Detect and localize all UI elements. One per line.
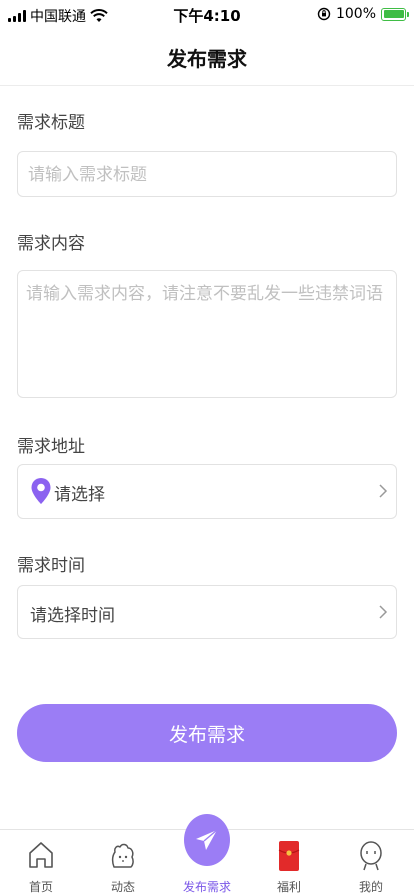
profile-icon <box>360 841 382 871</box>
time-select[interactable]: 请选择时间 <box>17 585 397 639</box>
tab-publish[interactable]: 发布需求 <box>166 814 248 896</box>
tab-feed-label: 动态 <box>110 880 135 894</box>
tab-feed[interactable]: 动态 <box>82 830 164 896</box>
location-pin-icon <box>31 478 51 504</box>
paper-plane-icon <box>196 829 218 850</box>
rotation-lock-icon <box>317 7 331 21</box>
tab-bar: 首页 动态 发布需求 福利 我的 <box>0 814 414 896</box>
tab-welfare[interactable]: 福利 <box>248 830 330 896</box>
title-field-box <box>17 151 397 197</box>
submit-button[interactable]: 发布需求 <box>17 704 397 762</box>
red-packet-icon <box>278 841 300 871</box>
home-icon <box>29 842 53 868</box>
status-bar: 中国联通 下午4:10 100% <box>0 0 414 30</box>
title-input[interactable] <box>28 164 386 186</box>
content-label: 需求内容 <box>17 234 85 254</box>
content-textarea[interactable] <box>26 283 388 389</box>
tab-home[interactable]: 首页 <box>0 830 82 896</box>
chevron-right-icon <box>379 605 388 619</box>
title-label: 需求标题 <box>17 113 85 133</box>
address-select[interactable]: 请选择 <box>17 464 397 519</box>
tab-publish-label: 发布需求 <box>182 880 231 894</box>
tab-welfare-label: 福利 <box>276 880 301 894</box>
nav-bar: 发布需求 <box>0 30 414 86</box>
status-bar-right: 100% <box>317 6 409 22</box>
page-title: 发布需求 <box>167 47 247 71</box>
tab-home-label: 首页 <box>28 880 53 894</box>
tab-profile-label: 我的 <box>358 880 383 894</box>
publish-center-button[interactable] <box>184 814 230 866</box>
chevron-right-icon <box>379 484 388 498</box>
feed-icon <box>111 843 134 868</box>
time-value: 请选择时间 <box>30 606 115 626</box>
battery-icon <box>381 7 409 21</box>
time-label: 需求时间 <box>17 556 85 576</box>
address-value: 请选择 <box>54 485 105 505</box>
content-field-box <box>17 270 397 398</box>
tab-profile[interactable]: 我的 <box>330 830 412 896</box>
address-label: 需求地址 <box>17 437 85 457</box>
battery-percent: 100% <box>335 6 376 22</box>
